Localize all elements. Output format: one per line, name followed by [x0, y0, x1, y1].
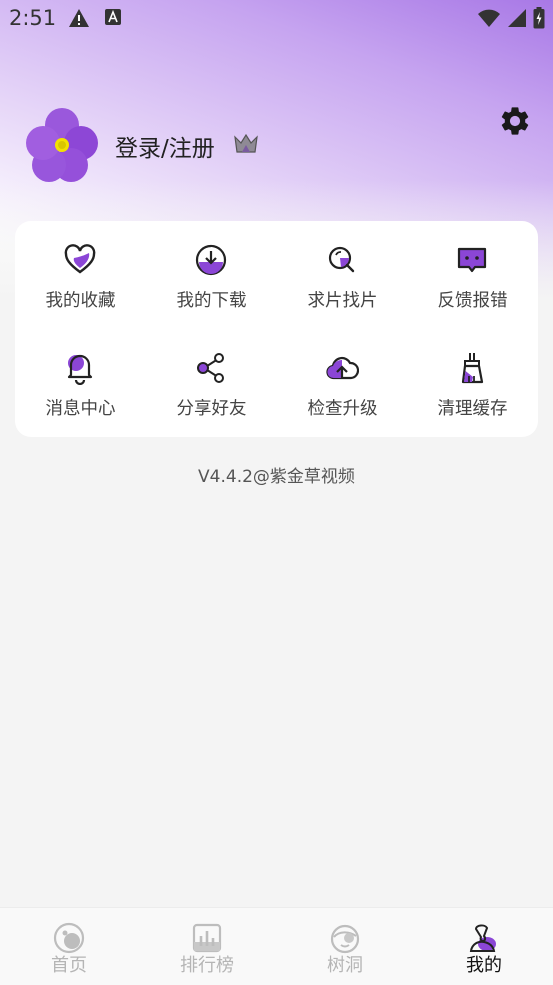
battery-icon	[533, 7, 545, 29]
download-icon	[195, 244, 227, 276]
menu-item-request-film[interactable]: 求片找片	[277, 221, 408, 321]
menu-item-downloads[interactable]: 我的下载	[146, 221, 277, 321]
bell-icon	[67, 354, 93, 385]
tree-hole-icon	[330, 924, 360, 954]
menu-item-messages[interactable]: 消息中心	[15, 329, 146, 429]
tab-label: 我的	[466, 955, 502, 976]
menu-item-label: 我的下载	[176, 291, 247, 311]
cloud-upload-icon	[326, 356, 359, 380]
menu-item-check-update[interactable]: 检查升级	[277, 329, 408, 429]
avatar-flower-icon[interactable]	[22, 105, 102, 185]
ranking-icon	[192, 923, 222, 953]
tab-home[interactable]: 首页	[0, 908, 138, 985]
heart-icon	[64, 244, 96, 274]
menu-item-label: 消息中心	[45, 399, 116, 419]
menu-item-feedback[interactable]: 反馈报错	[407, 221, 538, 321]
home-icon	[53, 922, 85, 954]
tab-tree-hole[interactable]: 树洞	[276, 908, 414, 985]
tab-label: 树洞	[327, 955, 363, 976]
menu-item-label: 反馈报错	[437, 291, 508, 311]
bottom-tab-bar: 首页 排行榜 树洞 我的	[0, 907, 553, 985]
login-register-link[interactable]: 登录/注册	[115, 129, 215, 163]
menu-item-label: 分享好友	[176, 399, 247, 419]
feature-menu-card: 我的收藏 我的下载 求片找片 反馈报错 消息中心 分享好友 检查升级 清理缓存	[15, 221, 538, 437]
menu-item-label: 求片找片	[307, 291, 378, 311]
wifi-icon	[478, 9, 500, 27]
settings-gear-icon[interactable]	[498, 104, 532, 138]
broom-icon	[461, 353, 484, 384]
menu-item-label: 清理缓存	[437, 399, 508, 419]
status-bar: 2:51	[0, 0, 553, 38]
warning-icon	[69, 9, 89, 27]
tab-label: 首页	[51, 955, 87, 976]
menu-item-share[interactable]: 分享好友	[146, 329, 277, 429]
menu-item-favorites[interactable]: 我的收藏	[15, 221, 146, 321]
search-film-icon	[328, 246, 355, 273]
status-time: 2:51	[9, 6, 57, 30]
tab-ranking[interactable]: 排行榜	[138, 908, 276, 985]
me-icon	[469, 924, 496, 952]
app-notification-icon	[105, 9, 121, 25]
signal-icon	[508, 9, 526, 27]
menu-item-label: 我的收藏	[45, 291, 116, 311]
tab-me[interactable]: 我的	[415, 908, 553, 985]
menu-item-label: 检查升级	[307, 399, 378, 419]
share-icon	[197, 353, 224, 383]
app-version-text: V4.4.2@紫金草视频	[198, 467, 355, 487]
vip-crown-icon	[234, 133, 258, 153]
feedback-icon	[457, 247, 487, 273]
tab-label: 排行榜	[180, 955, 234, 976]
menu-item-clear-cache[interactable]: 清理缓存	[407, 329, 538, 429]
